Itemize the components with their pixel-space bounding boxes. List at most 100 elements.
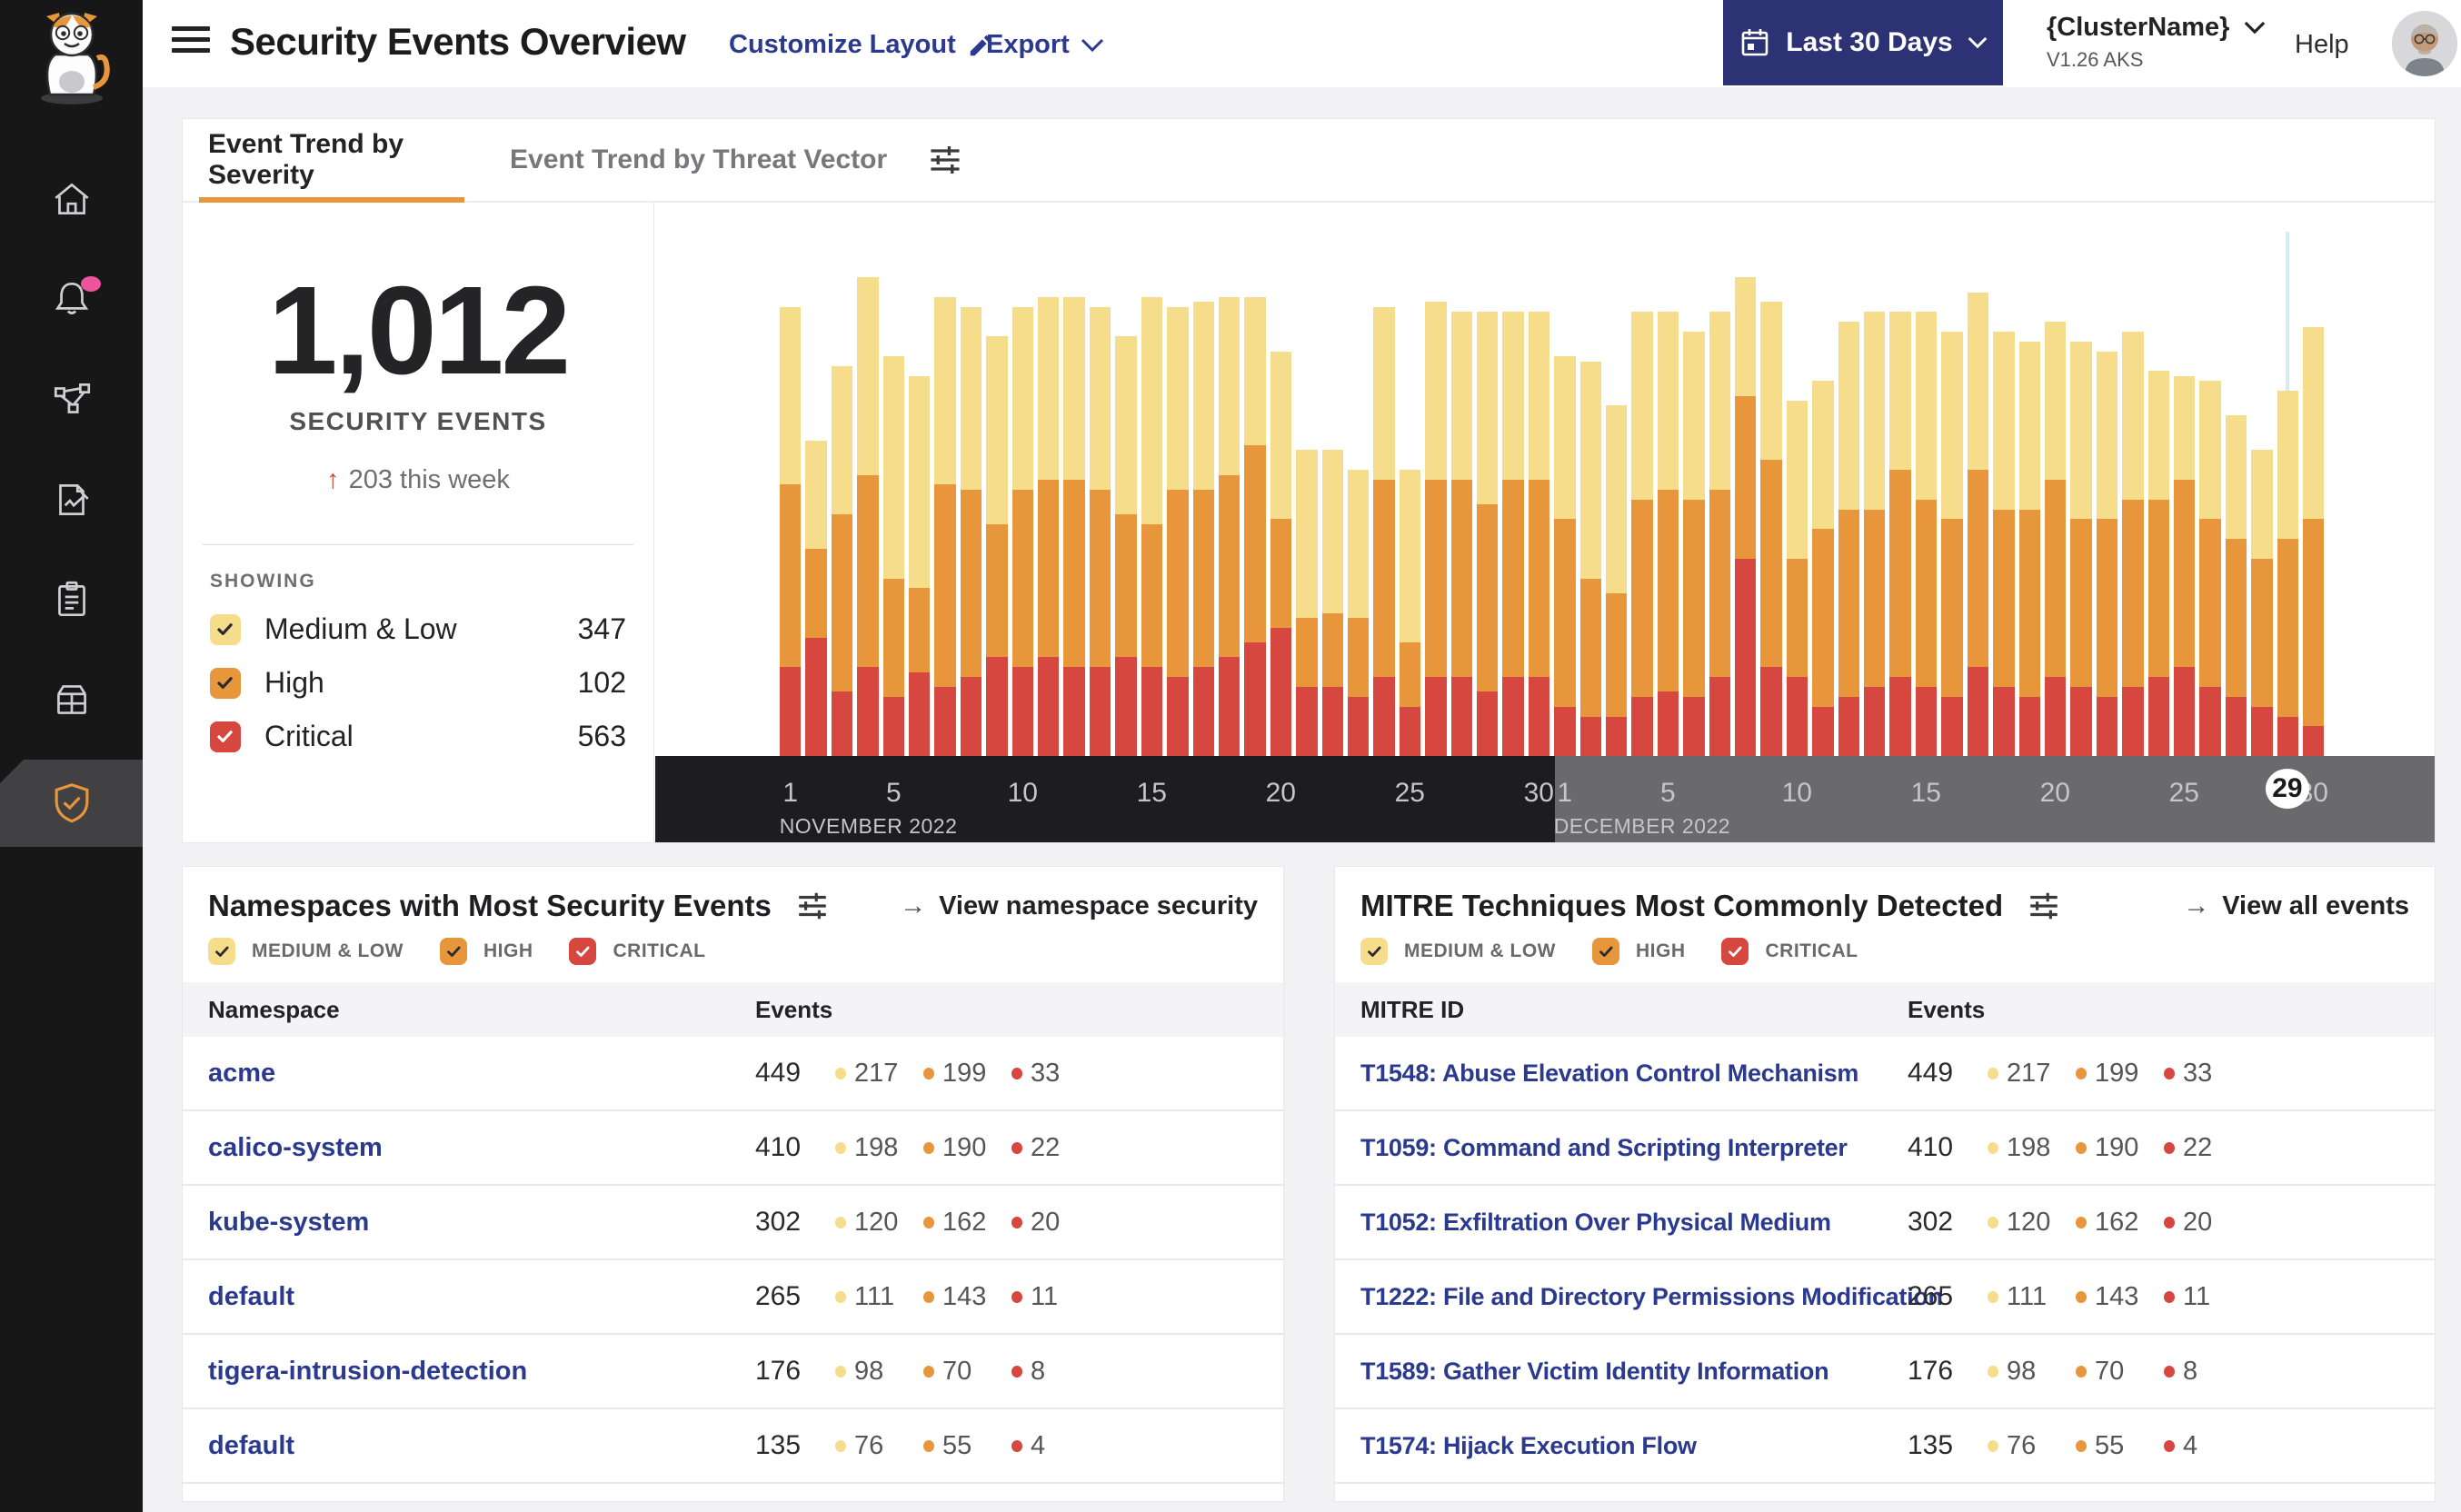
day-bar[interactable]: [1270, 263, 1292, 756]
day-bar[interactable]: [1786, 263, 1808, 756]
day-bar[interactable]: [1502, 263, 1524, 756]
sidebar-item-policies[interactable]: [0, 456, 143, 543]
checkbox-medium_low[interactable]: [208, 938, 235, 965]
calico-cat-logo[interactable]: [25, 9, 119, 112]
day-bar[interactable]: [2122, 263, 2144, 756]
legend-row-medium_low[interactable]: Medium & Low 347: [210, 612, 626, 646]
severity-filter-critical[interactable]: CRITICAL: [569, 938, 705, 965]
day-bar[interactable]: [2147, 263, 2169, 756]
day-bar[interactable]: [1631, 263, 1653, 756]
sidebar-item-service-graph[interactable]: [0, 356, 143, 443]
day-bar[interactable]: [2070, 263, 2092, 756]
row-link[interactable]: T1574: Hijack Execution Flow: [1360, 1432, 1908, 1460]
day-bar[interactable]: [1735, 263, 1757, 756]
filter-sliders-icon[interactable]: [2027, 889, 2061, 923]
date-range-button[interactable]: Last 30 Days: [1723, 0, 2003, 85]
checkbox-medium_low[interactable]: [1360, 938, 1388, 965]
severity-filter-critical[interactable]: CRITICAL: [1721, 938, 1858, 965]
view-namespace-security-link[interactable]: → View namespace security: [900, 891, 1258, 921]
hamburger-menu-icon[interactable]: [172, 26, 210, 59]
sidebar-item-compliance[interactable]: [0, 556, 143, 643]
checkbox-high[interactable]: [439, 938, 467, 965]
day-bar[interactable]: [805, 263, 827, 756]
day-bar[interactable]: [2044, 263, 2067, 756]
day-bar[interactable]: [1373, 263, 1395, 756]
day-bar[interactable]: [2096, 263, 2118, 756]
day-bar[interactable]: [1760, 263, 1782, 756]
sidebar-item-alerts[interactable]: [0, 256, 143, 343]
sidebar-item-home[interactable]: [0, 156, 143, 244]
customize-layout-button[interactable]: Customize Layout: [729, 30, 994, 60]
day-bar[interactable]: [1657, 263, 1679, 756]
day-bar[interactable]: [2173, 263, 2196, 756]
row-link[interactable]: tigera-intrusion-detection: [208, 1357, 755, 1387]
severity-filter-medium_low[interactable]: MEDIUM & LOW: [1360, 938, 1556, 965]
day-bar[interactable]: [1063, 263, 1085, 756]
day-bar[interactable]: [1450, 263, 1472, 756]
day-bar[interactable]: [986, 263, 1008, 756]
day-bar[interactable]: [1941, 263, 1963, 756]
day-bar[interactable]: [1218, 263, 1240, 756]
row-link[interactable]: kube-system: [208, 1208, 755, 1238]
day-bar[interactable]: [1838, 263, 1860, 756]
row-link[interactable]: default: [208, 1431, 755, 1461]
day-bar[interactable]: [1192, 263, 1214, 756]
day-bar[interactable]: [1321, 263, 1343, 756]
row-link[interactable]: T1222: File and Directory Permissions Mo…: [1360, 1283, 1943, 1311]
day-bar[interactable]: [1709, 263, 1731, 756]
view-all-events-link[interactable]: → View all events: [2183, 891, 2409, 921]
checkbox-high[interactable]: [1591, 938, 1619, 965]
sidebar-item-threat-defense[interactable]: [0, 760, 143, 847]
day-bar[interactable]: [1915, 263, 1938, 756]
tab-event-trend-by-severity[interactable]: Event Trend by Severity: [199, 119, 464, 203]
row-link[interactable]: default: [208, 1282, 755, 1312]
help-link[interactable]: Help: [2295, 30, 2349, 60]
day-bar[interactable]: [831, 263, 853, 756]
day-bar[interactable]: [1528, 263, 1550, 756]
day-bar[interactable]: [2277, 263, 2298, 756]
day-bar[interactable]: [1347, 263, 1370, 756]
day-bar[interactable]: [1089, 263, 1111, 756]
day-bar[interactable]: [1141, 263, 1163, 756]
day-bar[interactable]: [1011, 263, 1034, 756]
filter-sliders-icon[interactable]: [927, 142, 963, 178]
day-bar[interactable]: [1864, 263, 1886, 756]
legend-row-critical[interactable]: Critical 563: [210, 720, 626, 753]
day-bar[interactable]: [857, 263, 879, 756]
row-link[interactable]: calico-system: [208, 1133, 755, 1163]
user-avatar[interactable]: [2392, 11, 2457, 76]
checkbox-medium_low[interactable]: [210, 613, 241, 645]
sidebar-item-storage[interactable]: [0, 656, 143, 743]
day-bar[interactable]: [2251, 263, 2273, 756]
day-bar[interactable]: [1683, 263, 1705, 756]
row-link[interactable]: T1052: Exfiltration Over Physical Medium: [1360, 1209, 1908, 1237]
day-bar[interactable]: [1967, 263, 1989, 756]
day-bar[interactable]: [960, 263, 982, 756]
export-button[interactable]: Export: [986, 30, 1104, 60]
day-bar[interactable]: [1993, 263, 2015, 756]
day-bar[interactable]: [1244, 263, 1266, 756]
day-bar[interactable]: [1579, 263, 1601, 756]
row-link[interactable]: T1548: Abuse Elevation Control Mechanism: [1360, 1059, 1908, 1088]
day-bar[interactable]: [1115, 263, 1137, 756]
checkbox-critical[interactable]: [569, 938, 597, 965]
severity-filter-medium_low[interactable]: MEDIUM & LOW: [208, 938, 404, 965]
checkbox-critical[interactable]: [210, 721, 241, 752]
checkbox-high[interactable]: [210, 667, 241, 699]
row-link[interactable]: T1059: Command and Scripting Interpreter: [1360, 1134, 1908, 1162]
day-bar[interactable]: [1425, 263, 1447, 756]
day-bar[interactable]: [2225, 263, 2247, 756]
severity-filter-high[interactable]: HIGH: [439, 938, 533, 965]
cluster-selector[interactable]: {ClusterName} V1.26 AKS: [2047, 13, 2266, 72]
day-bar[interactable]: [934, 263, 956, 756]
day-bar[interactable]: [2302, 263, 2325, 756]
day-bar[interactable]: [1889, 263, 1911, 756]
filter-sliders-icon[interactable]: [795, 889, 830, 923]
day-bar[interactable]: [1812, 263, 1834, 756]
row-link[interactable]: T1589: Gather Victim Identity Informatio…: [1360, 1358, 1908, 1386]
day-bar[interactable]: [1399, 263, 1421, 756]
day-bar[interactable]: [1554, 263, 1576, 756]
day-bar[interactable]: [1038, 263, 1060, 756]
day-bar[interactable]: [2018, 263, 2040, 756]
tab-event-trend-by-threat-vector[interactable]: Event Trend by Threat Vector: [501, 119, 896, 201]
